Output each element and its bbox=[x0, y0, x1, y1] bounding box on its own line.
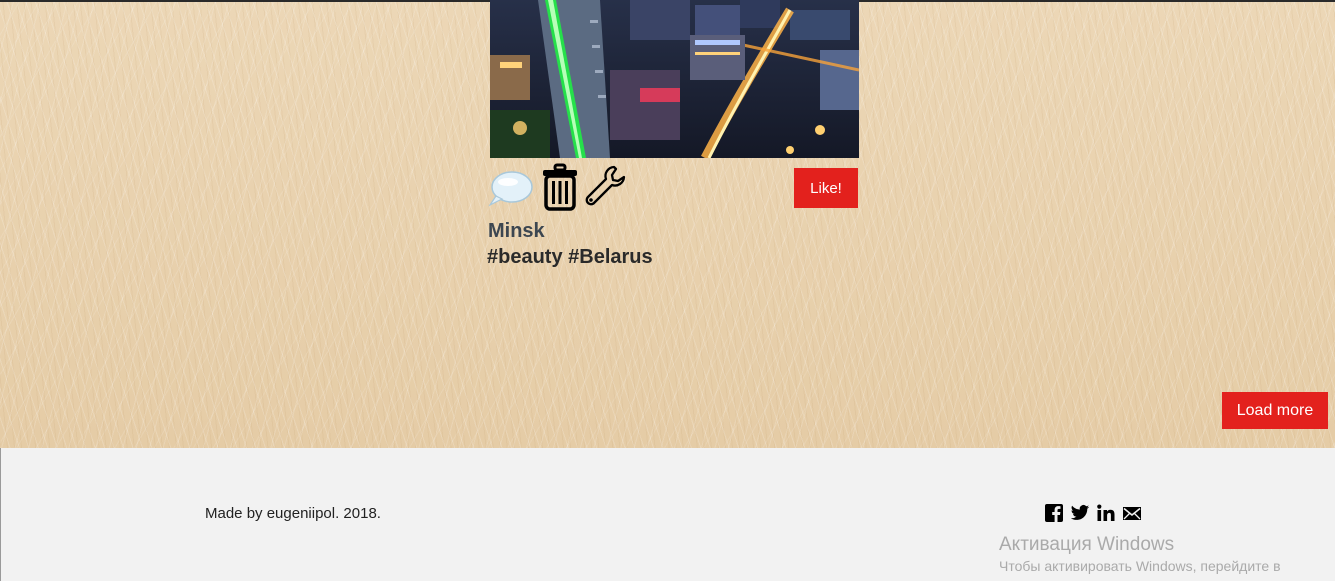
like-button[interactable]: Like! bbox=[794, 168, 858, 208]
facebook-icon[interactable] bbox=[1044, 503, 1064, 523]
posts-area: Like! Minsk #beauty #Belarus Load more bbox=[0, 0, 1335, 448]
linkedin-icon[interactable] bbox=[1096, 503, 1116, 523]
speech-bubble-icon[interactable] bbox=[486, 163, 534, 214]
windows-activation-title: Активация Windows bbox=[999, 534, 1175, 555]
footer-credits: Made by eugeniipol. 2018. bbox=[205, 505, 381, 522]
post-image[interactable] bbox=[490, 0, 859, 158]
twitter-icon[interactable] bbox=[1070, 503, 1090, 523]
wrench-icon[interactable] bbox=[582, 163, 628, 214]
load-more-button[interactable]: Load more bbox=[1222, 392, 1328, 429]
footer: Made by eugeniipol. 2018. Активация Wind… bbox=[0, 448, 1335, 581]
city-photo bbox=[490, 0, 859, 158]
mail-icon[interactable] bbox=[1122, 503, 1142, 523]
windows-activation-subtitle: Чтобы активировать Windows, перейдите в bbox=[999, 558, 1281, 574]
post-title: Minsk bbox=[488, 220, 545, 242]
post-hashtags: #beauty #Belarus bbox=[487, 246, 653, 268]
trash-icon[interactable] bbox=[540, 163, 580, 216]
